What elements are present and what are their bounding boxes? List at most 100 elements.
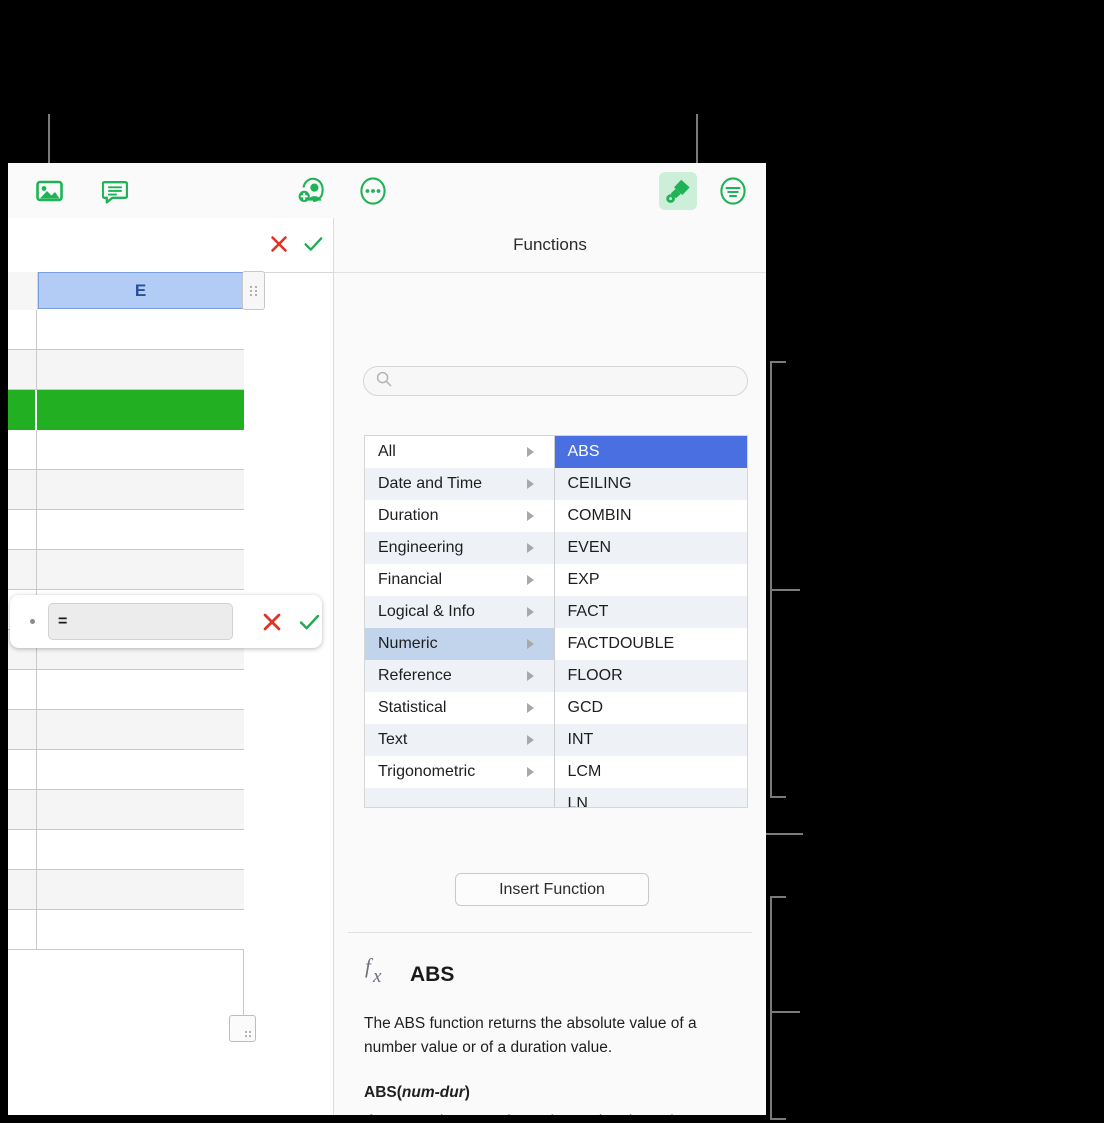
row-header[interactable]: [8, 710, 37, 749]
function-item-combin[interactable]: COMBIN: [554, 500, 747, 532]
category-item-statistical[interactable]: Statistical: [365, 692, 554, 724]
category-item-text[interactable]: Text: [365, 724, 554, 756]
category-list[interactable]: All Date and Time Duration Engineering F…: [365, 436, 555, 807]
category-item-filler: [365, 788, 554, 807]
function-item-floor[interactable]: FLOOR: [554, 660, 747, 692]
function-item-ln[interactable]: LN: [554, 788, 747, 807]
function-item-factdouble[interactable]: FACTDOUBLE: [554, 628, 747, 660]
table-row[interactable]: [8, 790, 244, 830]
function-item-lcm[interactable]: LCM: [554, 756, 747, 788]
function-list[interactable]: ABS CEILING COMBIN EVEN EXP FACT FACTDOU…: [554, 436, 747, 807]
table-row[interactable]: [8, 310, 244, 350]
row-header[interactable]: [8, 350, 37, 389]
callout-stem-description: [770, 1011, 800, 1013]
function-item-even[interactable]: EVEN: [554, 532, 747, 564]
row-header[interactable]: [8, 790, 37, 829]
table-row[interactable]: [8, 350, 244, 390]
function-label: FACT: [567, 603, 609, 620]
row-header[interactable]: [8, 670, 37, 709]
chevron-right-icon: [526, 607, 534, 617]
row-header[interactable]: [8, 870, 37, 909]
formula-editor-popup: =: [10, 595, 322, 648]
category-item-numeric[interactable]: Numeric: [365, 628, 554, 660]
media-button[interactable]: [30, 172, 68, 210]
function-item-abs[interactable]: ABS: [554, 436, 747, 468]
insert-function-button[interactable]: Insert Function: [455, 873, 649, 906]
fx-icon: f x: [364, 954, 398, 993]
function-label: EVEN: [567, 539, 612, 556]
category-item-financial[interactable]: Financial: [365, 564, 554, 596]
row-header[interactable]: [8, 510, 37, 549]
table-row[interactable]: [8, 710, 244, 750]
row-header[interactable]: [8, 470, 37, 509]
comment-button[interactable]: [96, 172, 134, 210]
category-item-duration[interactable]: Duration: [365, 500, 554, 532]
format-icon: [664, 177, 692, 205]
category-item-logical-and-info[interactable]: Logical & Info: [365, 596, 554, 628]
list-item: num-dur: A number value or duration valu…: [364, 1109, 728, 1115]
category-item-engineering[interactable]: Engineering: [365, 532, 554, 564]
category-label: Statistical: [378, 699, 447, 716]
callout-bracket-function-list: [770, 361, 786, 798]
table-row[interactable]: [8, 670, 244, 710]
function-browser: All Date and Time Duration Engineering F…: [364, 435, 748, 808]
description-text: The ABS function returns the absolute va…: [364, 1015, 697, 1057]
search-input[interactable]: [400, 372, 734, 390]
argument-name: num-dur: [398, 1113, 456, 1115]
column-header-e[interactable]: E: [38, 272, 243, 309]
category-item-all[interactable]: All: [365, 436, 554, 468]
function-item-exp[interactable]: EXP: [554, 564, 747, 596]
more-button[interactable]: [354, 172, 392, 210]
functions-panel: Functions All Date and Time Duration Eng…: [333, 218, 766, 1115]
row-header[interactable]: [8, 430, 37, 469]
description-header: f x ABS: [364, 954, 744, 993]
close-icon: [271, 236, 287, 252]
category-item-reference[interactable]: Reference: [365, 660, 554, 692]
sheet-accept-button[interactable]: [301, 232, 325, 256]
function-item-gcd[interactable]: GCD: [554, 692, 747, 724]
chevron-right-icon: [526, 447, 534, 457]
row-header[interactable]: [8, 830, 37, 869]
table-row[interactable]: [8, 830, 244, 870]
function-label: LCM: [567, 763, 602, 780]
row-header[interactable]: [8, 390, 37, 430]
table-row[interactable]: [8, 470, 244, 510]
row-header[interactable]: [8, 310, 37, 349]
row-header[interactable]: [8, 550, 37, 589]
search-box[interactable]: [363, 366, 748, 396]
function-item-fact[interactable]: FACT: [554, 596, 747, 628]
chevron-right-icon: [526, 511, 534, 521]
grip-dots-icon: [245, 1031, 251, 1037]
function-label: EXP: [567, 571, 600, 588]
table-row[interactable]: [8, 910, 244, 950]
argument-list: num-dur: A number value or duration valu…: [364, 1109, 744, 1115]
function-item-ceiling[interactable]: CEILING: [554, 468, 747, 500]
formula-status-dot: [30, 619, 35, 624]
table-row[interactable]: [8, 550, 244, 590]
category-item-trigonometric[interactable]: Trigonometric: [365, 756, 554, 788]
row-header[interactable]: [8, 910, 37, 949]
formula-input[interactable]: =: [48, 603, 233, 640]
formula-accept-button[interactable]: [296, 609, 322, 635]
format-button[interactable]: [659, 172, 697, 210]
category-item-date-and-time[interactable]: Date and Time: [365, 468, 554, 500]
row-header[interactable]: [8, 750, 37, 789]
table-row[interactable]: [8, 750, 244, 790]
table-row-highlighted[interactable]: [8, 390, 244, 430]
table-row[interactable]: [8, 870, 244, 910]
organize-button[interactable]: [714, 172, 752, 210]
category-label: Trigonometric: [378, 763, 476, 780]
organize-icon: [719, 177, 747, 205]
table-row[interactable]: [8, 510, 244, 550]
sheet-cancel-button[interactable]: [267, 232, 291, 256]
table-resize-handle[interactable]: [229, 1015, 256, 1042]
syntax-arg: num-dur: [401, 1083, 465, 1101]
collaborate-button[interactable]: [293, 172, 331, 210]
category-label: Logical & Info: [378, 603, 475, 620]
table-row[interactable]: [8, 430, 244, 470]
function-item-int[interactable]: INT: [554, 724, 747, 756]
formula-cancel-button[interactable]: [259, 609, 285, 635]
column-resize-handle[interactable]: [242, 271, 265, 310]
function-label: ABS: [567, 443, 600, 460]
description-syntax: ABS(num-dur): [364, 1084, 744, 1102]
